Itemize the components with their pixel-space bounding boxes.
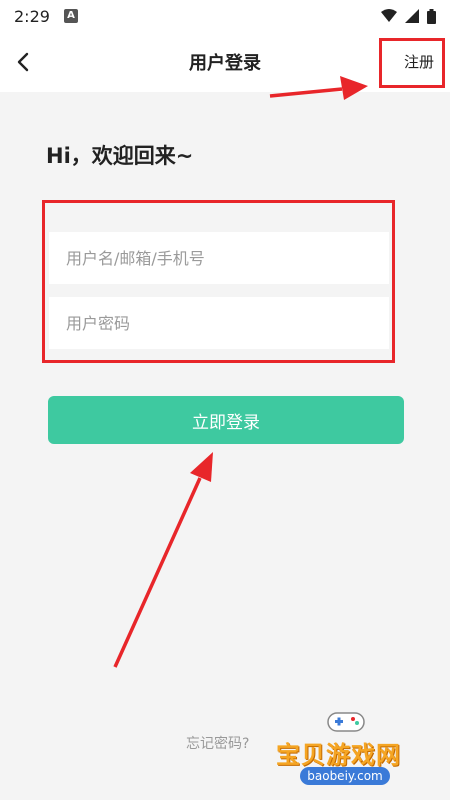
battery-icon [427, 8, 436, 24]
watermark-text: 宝贝游戏网 [276, 741, 401, 769]
watermark-logo: 宝贝游戏网 baobeiy.com [272, 705, 422, 795]
status-time: 2:29 [14, 6, 50, 26]
greeting-heading: Hi，欢迎回来~ [46, 144, 194, 168]
app-indicator-icon: A [63, 9, 78, 23]
form-annotation-box [42, 200, 395, 363]
gamepad-icon [327, 712, 365, 732]
register-annotation-box [379, 38, 445, 88]
watermark-url: baobeiy.com [300, 767, 390, 785]
status-icons [381, 8, 436, 24]
login-button[interactable]: 立即登录 [48, 396, 404, 444]
signal-icon [405, 9, 419, 23]
wifi-icon [381, 9, 397, 22]
forgot-password-link[interactable]: 忘记密码? [186, 733, 249, 753]
arrow-to-login [113, 452, 213, 668]
status-bar: 2:29 A [0, 0, 450, 32]
